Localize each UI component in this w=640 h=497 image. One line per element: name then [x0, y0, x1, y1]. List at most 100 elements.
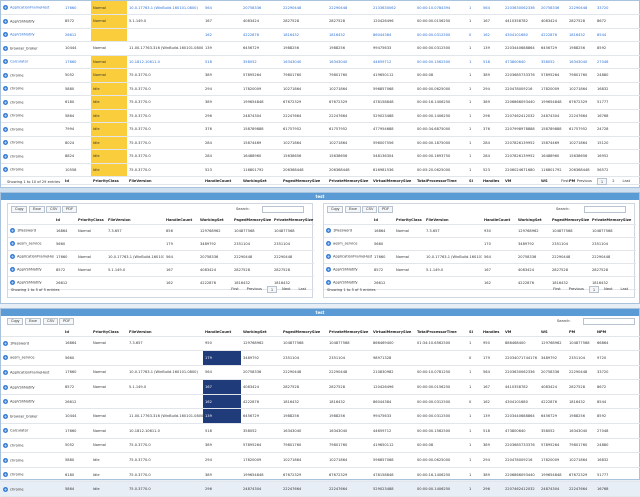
expand-row-icon[interactable]: +	[3, 59, 8, 65]
copy-button[interactable]: Copy	[327, 206, 344, 213]
expand-row-icon[interactable]: +	[3, 99, 8, 105]
process-name-cell[interactable]: + chrome	[1, 438, 63, 454]
pager-current[interactable]: 1	[588, 286, 600, 293]
expand-row-icon[interactable]: +	[326, 280, 331, 285]
process-name-cell[interactable]: + AppVShNotify	[324, 263, 372, 277]
top-pager-prev[interactable]: Previous	[574, 178, 595, 185]
table-row[interactable]: + browser_broker 10444 Normal 11.00.17763.31…	[1, 408, 640, 425]
pdf-button[interactable]: PDF	[59, 318, 75, 325]
expand-row-icon[interactable]: +	[3, 472, 8, 478]
table-row[interactable]: + aesm_service 5660 170 3489792 2351104 235110…	[324, 237, 636, 251]
process-name-cell[interactable]: + AppVShNotify	[1, 379, 63, 395]
table-row[interactable]: +1Password 16864 Normal 7.3.657 950 129768962…	[1, 336, 640, 352]
process-name-cell[interactable]: + chrome	[1, 163, 63, 177]
table-row[interactable]: + AppVShNotify 26612 162 4222876 1816432 18164…	[1, 394, 640, 410]
top-footer-col[interactable]: WorkingSet	[241, 176, 281, 185]
column-header[interactable]: PrivateMemorySize	[272, 216, 314, 225]
column-header[interactable]: WorkingSet	[516, 216, 550, 225]
top-footer-col[interactable]: Id	[63, 176, 91, 185]
process-name-cell[interactable]: +1Password	[1, 336, 63, 352]
table-row[interactable]: + AppVShNotify 26612 162 4222876 1816432 18164…	[1, 28, 640, 42]
expand-row-icon[interactable]: +	[3, 167, 8, 173]
process-name-cell[interactable]: + chrome	[1, 122, 63, 137]
table-row[interactable]: + chrome 5880 Idle 75.0.3770.0 294 17820009 102…	[1, 452, 640, 468]
column-header[interactable]: Handles	[481, 328, 503, 337]
table-row[interactable]: + chrome 5052 Normal 75.0.3770.0 389 57895264 7…	[1, 68, 640, 83]
csv-button[interactable]: CSV	[46, 206, 62, 213]
process-name-cell[interactable]: + chrome	[1, 68, 63, 83]
column-header[interactable]: PriorityClass	[76, 216, 106, 225]
pager-next[interactable]: Next	[601, 286, 615, 293]
top-footer-col[interactable]: TotalProcessorTime	[415, 176, 467, 185]
table-row[interactable]: +1Password 16864 Normal 7.3.657 930 129768962…	[324, 224, 636, 238]
table-row[interactable]: + chrome 8824 Idle 75.0.3770.0 284 16488960 156…	[1, 149, 640, 164]
expand-row-icon[interactable]: +	[10, 267, 15, 272]
column-header[interactable]: WS	[539, 328, 567, 337]
top-footer-col[interactable]: HandleCount	[203, 176, 241, 185]
process-name-cell[interactable]: + chrome	[1, 109, 63, 123]
top-pager-first[interactable]: First	[558, 178, 572, 185]
pager-last[interactable]: Last	[618, 286, 632, 293]
table-row[interactable]: + chrome 6180 Idle 75.0.3770.0 389 199654848 67…	[1, 95, 640, 110]
expand-row-icon[interactable]: +	[3, 384, 8, 390]
table-row[interactable]: + AppVShNotify 8572 Normal 5.1.149.0 167 40834…	[1, 379, 640, 395]
column-header[interactable]: PagedMemorySize	[281, 328, 327, 337]
expand-row-icon[interactable]: +	[3, 355, 8, 361]
column-header[interactable]: PM	[567, 328, 595, 337]
process-name-cell[interactable]: + ApplicationFrameHost	[8, 250, 54, 264]
csv-button[interactable]: CSV	[362, 206, 378, 213]
process-name-cell[interactable]: + browser_broker	[1, 41, 63, 56]
column-header[interactable]: TotalProcessorTime	[415, 328, 467, 337]
table-row[interactable]: + chrome 8024 Idle 75.0.3770.0 284 15874469 102…	[1, 136, 640, 150]
column-header[interactable]: HandleCount	[164, 216, 198, 225]
expand-row-icon[interactable]: +	[10, 228, 15, 233]
expand-row-icon[interactable]: +	[3, 72, 8, 78]
process-name-cell[interactable]: + AppVShNotify	[1, 394, 63, 410]
copy-button[interactable]: Copy	[7, 318, 24, 325]
column-header[interactable]: FileVersion	[106, 216, 164, 225]
expand-row-icon[interactable]: +	[10, 254, 15, 259]
process-name-cell[interactable]: + aesm_service	[8, 237, 54, 251]
pager-prev[interactable]: Previous	[566, 286, 587, 293]
expand-row-icon[interactable]: +	[3, 486, 8, 492]
table-row[interactable]: +1Password 16864 Normal 7.3.657 656 129768962…	[8, 224, 314, 238]
column-header[interactable]: Id	[372, 216, 394, 225]
search-input[interactable]	[583, 318, 635, 325]
expand-row-icon[interactable]: +	[3, 369, 8, 375]
pager-prev[interactable]: Previous	[244, 286, 265, 293]
table-row[interactable]: + chrome 5864 Idle 75.0.3770.0 296 24874304 222…	[1, 109, 640, 123]
process-name-cell[interactable]: + AppVShNotify	[1, 28, 63, 42]
top-footer-col[interactable]: VM	[503, 176, 539, 185]
column-header[interactable]: WorkingSet	[198, 216, 232, 225]
table-row[interactable]: + ApplicationFrameHost 17660 Normal 10.0.177…	[8, 250, 314, 264]
expand-row-icon[interactable]: +	[326, 267, 331, 272]
pager-first[interactable]: First	[550, 286, 564, 293]
process-name-cell[interactable]: + ApplicationFrameHost	[1, 1, 63, 15]
process-name-cell[interactable]: + aesm_service	[324, 237, 372, 251]
column-header[interactable]: HandleCount	[482, 216, 516, 225]
top-footer-col[interactable]: PriorityClass	[91, 176, 127, 185]
column-header[interactable]: WorkingSet	[241, 328, 281, 337]
top-footer-col[interactable]: SI	[467, 176, 481, 185]
process-name-cell[interactable]: + ApplicationFrameHost	[324, 250, 372, 264]
process-name-cell[interactable]: + aesm_service	[1, 350, 63, 366]
table-row[interactable]: + aesm_service 5660 179 3489792 2351104 235110…	[1, 350, 640, 366]
table-row[interactable]: + chrome 7994 Idle 75.0.3770.0 376 158789888 61…	[1, 122, 640, 137]
process-name-cell[interactable]: + chrome	[1, 149, 63, 164]
table-row[interactable]: + browser_broker 10444 Normal 11.00.17763.31…	[1, 41, 640, 56]
top-footer-col[interactable]: FileVersion	[127, 176, 203, 185]
process-name-cell[interactable]: + ApplicationFrameHost	[1, 365, 63, 381]
expand-row-icon[interactable]: +	[326, 241, 331, 246]
excel-button[interactable]: Exce	[345, 206, 361, 213]
expand-row-icon[interactable]: +	[3, 457, 8, 463]
column-header[interactable]: Id	[54, 216, 76, 225]
process-name-cell[interactable]: + AppVShNotify	[8, 263, 54, 277]
process-name-cell[interactable]: + chrome	[1, 481, 63, 497]
process-name-cell[interactable]: + Calculator	[1, 423, 63, 439]
expand-row-icon[interactable]: +	[3, 442, 8, 448]
process-name-cell[interactable]: + browser_broker	[1, 408, 63, 425]
column-header[interactable]: PriorityClass	[91, 328, 127, 337]
expand-row-icon[interactable]: +	[326, 228, 331, 233]
top-pager-current[interactable]: 1	[596, 178, 608, 185]
column-header[interactable]: NPM	[595, 328, 640, 337]
